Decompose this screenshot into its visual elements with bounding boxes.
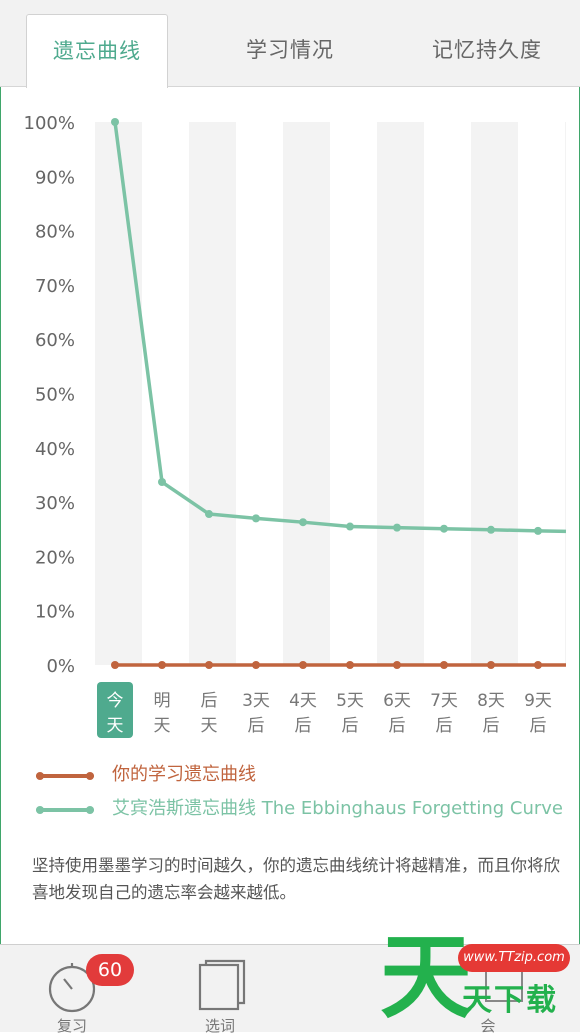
nav-review-label: 复习 <box>56 1017 87 1035</box>
y-tick-label: 20% <box>35 547 75 568</box>
x-tick-label: 后 <box>201 691 218 711</box>
ebbinghaus-curve-point <box>205 510 213 519</box>
grid-band <box>565 122 566 665</box>
watermark-subtitle: 天下载 <box>462 983 558 1018</box>
user-curve-point <box>393 661 401 669</box>
tab-bar: 遗忘曲线 学习情况 记忆持久度 <box>0 0 580 88</box>
grid-band <box>471 122 518 665</box>
x-tick-label: 后 <box>483 716 500 736</box>
ebbinghaus-curve-point <box>252 514 260 523</box>
y-tick-label: 100% <box>24 113 75 134</box>
x-tick-label: 9天 <box>524 691 552 711</box>
ebbinghaus-curve-point <box>393 523 401 532</box>
user-curve-point <box>534 661 542 669</box>
user-curve-point <box>158 661 166 669</box>
user-curve-point <box>346 661 354 669</box>
y-tick-label: 70% <box>35 276 75 297</box>
ebbinghaus-curve-point <box>299 518 307 527</box>
x-tick-label: 后 <box>248 716 265 736</box>
y-tick-label: 0% <box>46 656 75 677</box>
grid-band <box>377 122 424 665</box>
book-stack-icon <box>198 959 246 1011</box>
ebbinghaus-curve-point <box>440 524 448 533</box>
x-tick-label: 3天 <box>242 691 270 711</box>
tab-memory-durability[interactable]: 记忆持久度 <box>412 14 562 86</box>
tab-forgetting-curve[interactable]: 遗忘曲线 <box>26 14 168 88</box>
x-tick-label: 天 <box>107 716 124 736</box>
ebbinghaus-curve-point <box>534 526 542 535</box>
x-tick-label: 今 <box>107 691 124 711</box>
legend-swatch-ebbinghaus <box>36 806 94 814</box>
nav-select-words-label: 选词 <box>204 1017 235 1035</box>
ebbinghaus-curve-point <box>158 478 166 487</box>
tab-study-status[interactable]: 学习情况 <box>220 14 360 86</box>
x-tick-label: 8天 <box>477 691 505 711</box>
y-tick-label: 10% <box>35 602 75 623</box>
user-curve-point <box>487 661 495 669</box>
ebbinghaus-curve-point <box>346 522 354 531</box>
y-tick-label: 40% <box>35 439 75 460</box>
nav-select-words[interactable]: 选词 <box>172 951 268 1035</box>
user-curve-point <box>440 661 448 669</box>
legend-swatch-user <box>36 772 94 780</box>
review-count-badge: 60 <box>86 954 134 986</box>
ebbinghaus-curve-point <box>487 525 495 534</box>
x-tick-label: 后 <box>436 716 453 736</box>
x-tick-label: 5天 <box>336 691 364 711</box>
x-tick-label: 天 <box>201 716 218 736</box>
user-curve-point <box>111 661 119 669</box>
description-text: 坚持使用墨墨学习的时间越久，你的遗忘曲线统计将越精准，而且你将欣喜地发现自己的遗… <box>32 856 560 902</box>
grid-band <box>95 122 142 665</box>
grid-band <box>283 122 330 665</box>
y-tick-label: 60% <box>35 330 75 351</box>
x-tick-label: 明 <box>154 691 171 711</box>
x-tick-label: 后 <box>295 716 312 736</box>
user-curve-point <box>299 661 307 669</box>
user-curve-point <box>205 661 213 669</box>
x-tick-label: 后 <box>530 716 547 736</box>
user-curve-point <box>252 661 260 669</box>
y-tick-label: 30% <box>35 493 75 514</box>
x-tick-label: 后 <box>342 716 359 736</box>
y-tick-label: 90% <box>35 167 75 188</box>
legend-label-user: 你的学习遗忘曲线 <box>112 764 256 785</box>
watermark-logo: 天 <box>380 924 473 1031</box>
x-tick-label: 后 <box>389 716 406 736</box>
x-tick-label: 4天 <box>289 691 317 711</box>
x-tick-label: 6天 <box>383 691 411 711</box>
forgetting-curve-chart: 0%10%20%30%40%50%60%70%80%90%100%今天明天后天3… <box>24 113 567 738</box>
x-tick-label: 7天 <box>430 691 458 711</box>
y-tick-label: 50% <box>35 385 75 406</box>
watermark-url: www.TTzip.com <box>458 944 570 972</box>
y-tick-label: 80% <box>35 222 75 243</box>
x-tick-label: 天 <box>154 716 171 736</box>
ebbinghaus-curve-point <box>111 118 119 126</box>
grid-band <box>189 122 236 665</box>
legend-label-ebbinghaus: 艾宾浩斯遗忘曲线 The Ebbinghaus Forgetting Curve <box>112 798 564 819</box>
